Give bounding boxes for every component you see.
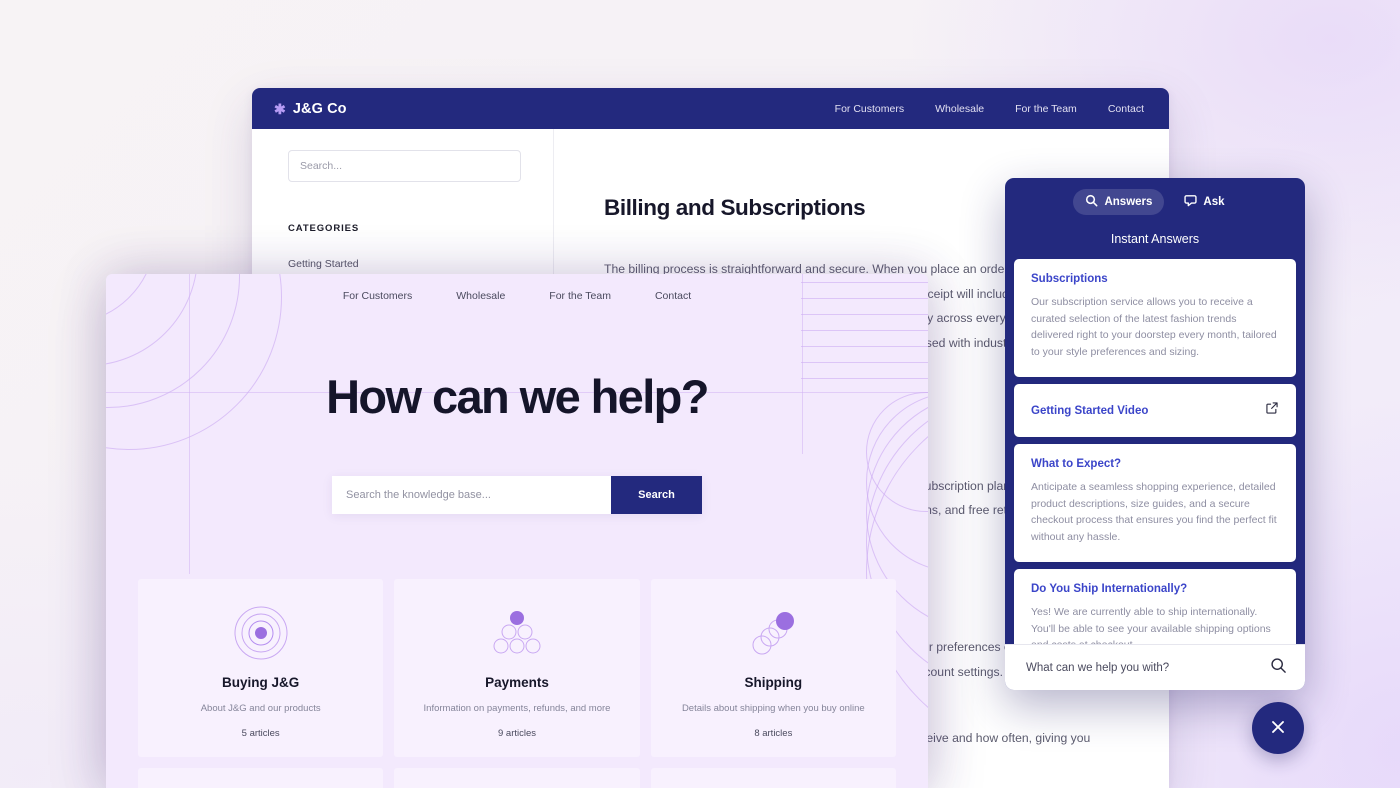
category-card-description: Details about shipping when you buy onli… (681, 703, 865, 714)
sidebar-search-placeholder: Search... (300, 160, 343, 172)
category-card[interactable] (138, 768, 384, 788)
close-x-icon (1269, 718, 1287, 739)
tab-ask-label: Ask (1203, 196, 1225, 208)
navlink-wholesale[interactable]: Wholesale (935, 103, 984, 115)
help-widget: Answers Ask Instant Answers Subscription… (1005, 178, 1305, 690)
widget-input-bar (1005, 644, 1305, 690)
category-card[interactable]: Shipping Details about shipping when you… (650, 579, 896, 757)
navlink-contact[interactable]: Contact (1108, 103, 1144, 115)
answer-text: Anticipate a seamless shopping experienc… (1031, 481, 1277, 543)
sidebar-item-getting-started[interactable]: Getting Started (288, 258, 521, 270)
answer-question: What to Expect? (1031, 458, 1122, 470)
tab-ask[interactable]: Ask (1172, 189, 1236, 215)
category-card-article-count: 9 articles (497, 728, 536, 739)
hero-search-bar: Search (332, 476, 702, 514)
category-card-article-count: 8 articles (754, 728, 793, 739)
answer-text: Our subscription service allows you to r… (1031, 296, 1277, 358)
knowledge-base-search-input[interactable] (332, 476, 611, 514)
help-center-hero-window: For Customers Wholesale For the Team Con… (106, 274, 928, 788)
cascading-circles-icon (651, 605, 896, 661)
category-card[interactable] (650, 768, 896, 788)
tab-answers-label: Answers (1104, 196, 1153, 208)
category-card-description: Information on payments, refunds, and mo… (423, 703, 611, 714)
kb-top-navlinks: For Customers Wholesale For the Team Con… (835, 103, 1144, 115)
category-card-title: Shipping (744, 675, 803, 690)
widget-tab-bar: Answers Ask (1005, 178, 1305, 215)
search-icon[interactable] (1270, 657, 1287, 679)
hero-navbar: For Customers Wholesale For the Team Con… (106, 274, 928, 302)
hero-navlink-wholesale[interactable]: Wholesale (456, 290, 505, 302)
answer-card[interactable]: Subscriptions Our subscription service a… (1014, 259, 1296, 377)
category-card[interactable]: Buying J&G About J&G and our products 5 … (138, 579, 384, 757)
answer-question: Getting Started Video (1031, 404, 1149, 417)
answers-list[interactable]: Subscriptions Our subscription service a… (1005, 259, 1305, 644)
category-card-title: Buying J&G (222, 675, 300, 690)
category-card-title: Payments (485, 675, 549, 690)
categories-heading: CATEGORIES (288, 223, 360, 234)
answer-card-external-link[interactable]: Getting Started Video (1014, 384, 1296, 437)
category-card[interactable]: Payments Information on payments, refund… (394, 579, 640, 757)
navlink-for-the-team[interactable]: For the Team (1015, 103, 1077, 115)
category-card-description: About J&G and our products (200, 703, 321, 714)
page-title: How can we help? (326, 370, 709, 423)
answer-card[interactable]: Do You Ship Internationally? Yes! We are… (1014, 569, 1296, 644)
search-icon (1085, 194, 1098, 210)
navlink-for-customers[interactable]: For Customers (835, 103, 904, 115)
widget-heading: Instant Answers (1110, 232, 1200, 246)
hero-navlink-for-the-team[interactable]: For the Team (549, 290, 611, 302)
concentric-circles-icon (138, 605, 383, 661)
chat-bubble-icon (1184, 194, 1198, 210)
answer-question: Subscriptions (1031, 273, 1108, 285)
close-widget-button[interactable] (1252, 702, 1304, 754)
hero-navlink-contact[interactable]: Contact (655, 290, 691, 302)
category-card-article-count: 5 articles (241, 728, 280, 739)
hero-navlink-for-customers[interactable]: For Customers (343, 290, 412, 302)
answer-card[interactable]: What to Expect? Anticipate a seamless sh… (1014, 444, 1296, 562)
sidebar-search-input[interactable]: Search... (288, 150, 521, 182)
circle-pyramid-icon (394, 605, 639, 661)
widget-question-input[interactable] (1026, 661, 1262, 674)
answer-text: Yes! We are currently able to ship inter… (1031, 606, 1271, 644)
category-card-grid: Buying J&G About J&G and our products 5 … (138, 579, 896, 788)
tab-answers[interactable]: Answers (1073, 189, 1165, 215)
external-link-icon (1265, 401, 1279, 420)
asterisk-star-icon: ✱ (274, 100, 286, 117)
brand-logo-text: J&G Co (292, 100, 347, 117)
brand-logo[interactable]: ✱ J&G Co (274, 101, 347, 117)
gridline-vertical (189, 274, 190, 574)
category-card[interactable] (394, 768, 640, 788)
answer-question: Do You Ship Internationally? (1031, 583, 1188, 595)
search-button[interactable]: Search (611, 476, 702, 514)
kb-top-navbar: ✱ J&G Co For Customers Wholesale For the… (252, 88, 1169, 129)
